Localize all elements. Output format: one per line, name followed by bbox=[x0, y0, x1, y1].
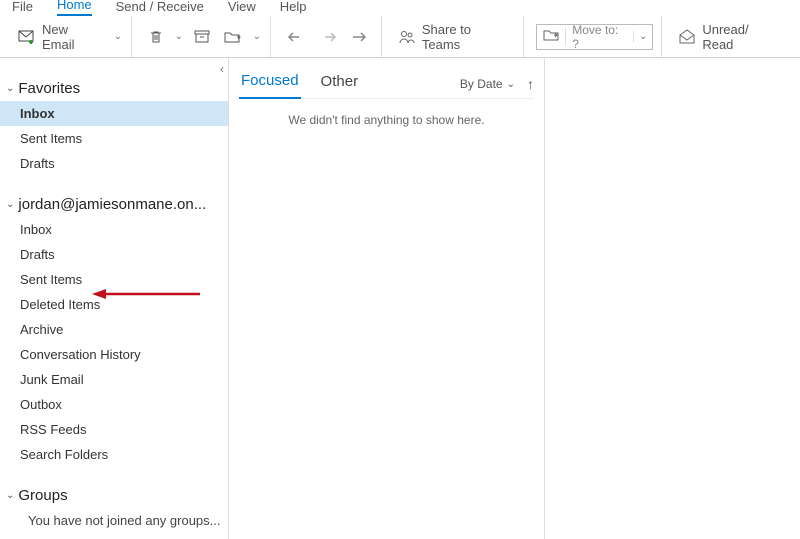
unread-read-button[interactable]: Unread/ Read bbox=[674, 18, 786, 56]
redo-icon bbox=[319, 30, 337, 44]
move-folder-dropdown[interactable]: ⌄ bbox=[252, 31, 262, 42]
undo-button[interactable] bbox=[283, 26, 309, 48]
account-rss-folder[interactable]: RSS Feeds bbox=[0, 417, 228, 442]
account-drafts-folder[interactable]: Drafts bbox=[0, 242, 228, 267]
empty-message: We didn't find anything to show here. bbox=[239, 99, 534, 141]
archive-button[interactable] bbox=[190, 26, 214, 48]
redo-button[interactable] bbox=[315, 26, 341, 48]
folder-move-icon bbox=[224, 30, 242, 44]
account-inbox-folder[interactable]: Inbox bbox=[0, 217, 228, 242]
move-folder-button[interactable] bbox=[220, 26, 246, 48]
account-archive-folder[interactable]: Archive bbox=[0, 317, 228, 342]
account-sent-folder[interactable]: Sent Items bbox=[0, 267, 228, 292]
account-label: jordan@jamiesonmane.on... bbox=[18, 196, 206, 213]
share-to-teams-label: Share to Teams bbox=[422, 22, 511, 52]
toolbar: New Email ⌄ ⌄ ⌄ bbox=[0, 16, 800, 58]
folder-sidebar: ‹ ⌄ Favorites Inbox Sent Items Drafts ⌄ … bbox=[0, 58, 229, 539]
chevron-down-icon: ⌄ bbox=[507, 79, 515, 90]
teams-icon bbox=[398, 29, 416, 45]
forward-button[interactable] bbox=[347, 26, 373, 48]
collapse-sidebar-button[interactable]: ‹ bbox=[220, 62, 224, 76]
account-junk-folder[interactable]: Junk Email bbox=[0, 367, 228, 392]
sort-by-date-button[interactable]: By Date ⌄ bbox=[460, 77, 515, 91]
tab-other[interactable]: Other bbox=[319, 71, 361, 98]
account-section-header[interactable]: ⌄ jordan@jamiesonmane.on... bbox=[0, 192, 228, 217]
new-email-button[interactable]: New Email bbox=[14, 18, 107, 56]
groups-label: Groups bbox=[18, 487, 67, 504]
account-conv-history-folder[interactable]: Conversation History bbox=[0, 342, 228, 367]
delete-dropdown[interactable]: ⌄ bbox=[174, 31, 184, 42]
archive-icon bbox=[194, 30, 210, 44]
chevron-down-icon: ⌄ bbox=[6, 490, 14, 501]
ribbon-tab-view[interactable]: View bbox=[228, 0, 256, 16]
trash-icon bbox=[148, 29, 164, 45]
unread-read-label: Unread/ Read bbox=[702, 22, 782, 52]
move-to-dropdown[interactable]: ⌄ bbox=[633, 31, 652, 42]
favorites-section-header[interactable]: ⌄ Favorites bbox=[0, 76, 228, 101]
account-search-folders[interactable]: Search Folders bbox=[0, 442, 228, 467]
favorites-inbox-folder[interactable]: Inbox bbox=[0, 101, 228, 126]
undo-icon bbox=[287, 30, 305, 44]
groups-empty-message: You have not joined any groups... bbox=[0, 508, 228, 533]
ribbon-tab-send-receive[interactable]: Send / Receive bbox=[116, 0, 204, 16]
groups-section-header[interactable]: ⌄ Groups bbox=[0, 483, 228, 508]
sort-label: By Date bbox=[460, 77, 503, 91]
account-deleted-folder[interactable]: Deleted Items bbox=[0, 292, 228, 317]
chevron-down-icon: ⌄ bbox=[6, 199, 14, 210]
message-list-pane: Focused Other By Date ⌄ ↑ We didn't find… bbox=[229, 58, 545, 539]
move-to-label: Move to: ? bbox=[566, 23, 633, 51]
arrow-right-icon bbox=[351, 30, 369, 44]
reading-pane bbox=[545, 58, 800, 539]
favorites-label: Favorites bbox=[18, 80, 80, 97]
account-outbox-folder[interactable]: Outbox bbox=[0, 392, 228, 417]
sort-direction-button[interactable]: ↑ bbox=[527, 76, 534, 92]
new-email-label: New Email bbox=[42, 22, 103, 52]
envelope-icon bbox=[18, 29, 36, 45]
open-envelope-icon bbox=[678, 29, 696, 45]
move-to-control[interactable]: Move to: ? ⌄ bbox=[536, 24, 653, 50]
new-email-dropdown[interactable]: ⌄ bbox=[113, 31, 123, 42]
favorites-sent-folder[interactable]: Sent Items bbox=[0, 126, 228, 151]
share-to-teams-button[interactable]: Share to Teams bbox=[394, 18, 515, 56]
favorites-drafts-folder[interactable]: Drafts bbox=[0, 151, 228, 176]
ribbon-tab-home[interactable]: Home bbox=[57, 0, 92, 16]
folder-icon bbox=[537, 28, 566, 45]
chevron-down-icon: ⌄ bbox=[6, 83, 14, 94]
delete-button[interactable] bbox=[144, 25, 168, 49]
ribbon-tab-file[interactable]: File bbox=[12, 0, 33, 16]
ribbon-tab-help[interactable]: Help bbox=[280, 0, 307, 16]
tab-focused[interactable]: Focused bbox=[239, 70, 301, 99]
